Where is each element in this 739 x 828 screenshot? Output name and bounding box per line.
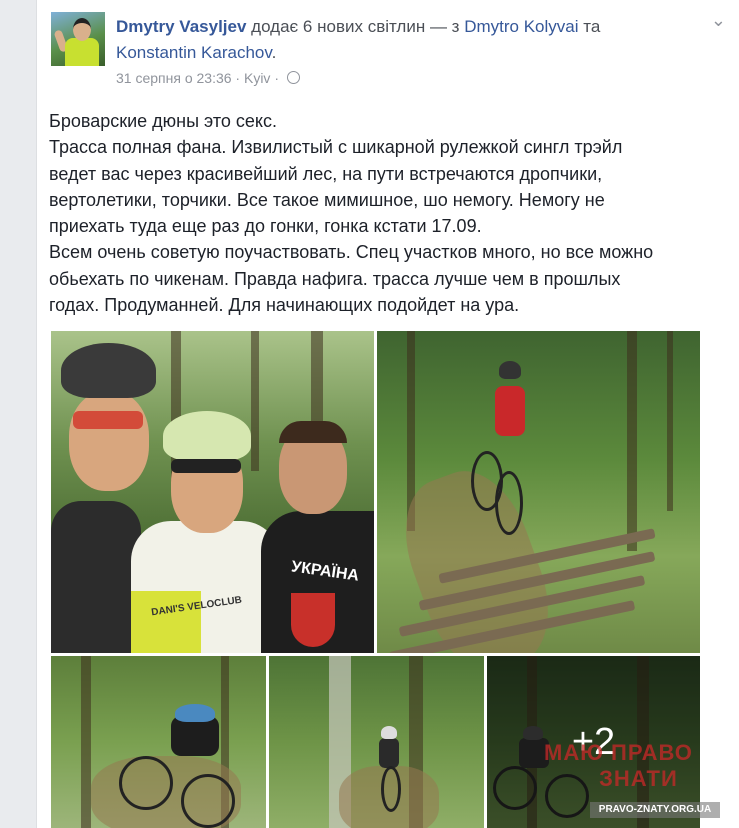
post-text-line: Трасса полная фана. Извилистый с шикарно… [49,137,623,158]
post-text-line: обьехать по чикенам. Правда нафига. трас… [49,268,621,289]
tagged-user-link-1[interactable]: Dmytro Kolyvai [464,17,578,36]
tagged-user-link-2[interactable]: Konstantin Karachov [116,43,272,62]
post-meta: 31 серпня о 23:36 · Kyiv · [116,70,300,86]
post-text-line: приехать туда еще раз до гонки, гонка кс… [49,216,482,237]
photo-rider-forest-1[interactable] [51,656,266,828]
author-name-link[interactable]: Dmytry Vasyljev [116,17,246,36]
post-text-line: Всем очень советую поучаствовать. Спец у… [49,242,654,263]
photo-rider-ladder[interactable] [377,331,700,653]
meta-separator: · [235,70,241,86]
chevron-down-icon[interactable]: ⌄ [711,10,726,31]
post-text-line: годах. Продуманней. Для начинающих подой… [49,295,520,316]
conjunction-text: та [583,17,601,36]
meta-separator-2: · [274,70,279,86]
location-link[interactable]: Kyiv [244,70,270,86]
post-text: Броварские дюны это секс. Трасса полная … [49,108,729,318]
post-card: Dmytry Vasyljev додає 6 нових світлин — … [36,0,739,828]
header-period: . [271,43,277,62]
watermark-url: PRAVO-ZNATY.ORG.UA [590,802,720,818]
post-text-line: ведет вас через красивейший лес, на пути… [49,163,603,184]
post-action-text: додає 6 нових світлин — з [251,17,460,36]
post-text-line: вертолетики, торчики. Все такое мимишное… [49,189,605,210]
post-header: Dmytry Vasyljev додає 6 нових світлин — … [116,14,686,66]
watermark-line2: ЗНАТИ [599,766,678,791]
globe-icon[interactable] [286,71,300,84]
photo-selfie[interactable]: DANI'S VELOCLUB УКРАЇНА [51,331,374,653]
author-avatar[interactable] [51,12,105,66]
post-timestamp-link[interactable]: 31 серпня о 23:36 [116,70,232,86]
photo-rider-forest-2[interactable] [269,656,484,828]
watermark-logo: МАЮ ПРАВО ЗНАТИ [544,740,693,792]
watermark-line1: МАЮ ПРАВО [544,740,693,765]
post-text-line: Броварские дюны это секс. [49,111,277,131]
